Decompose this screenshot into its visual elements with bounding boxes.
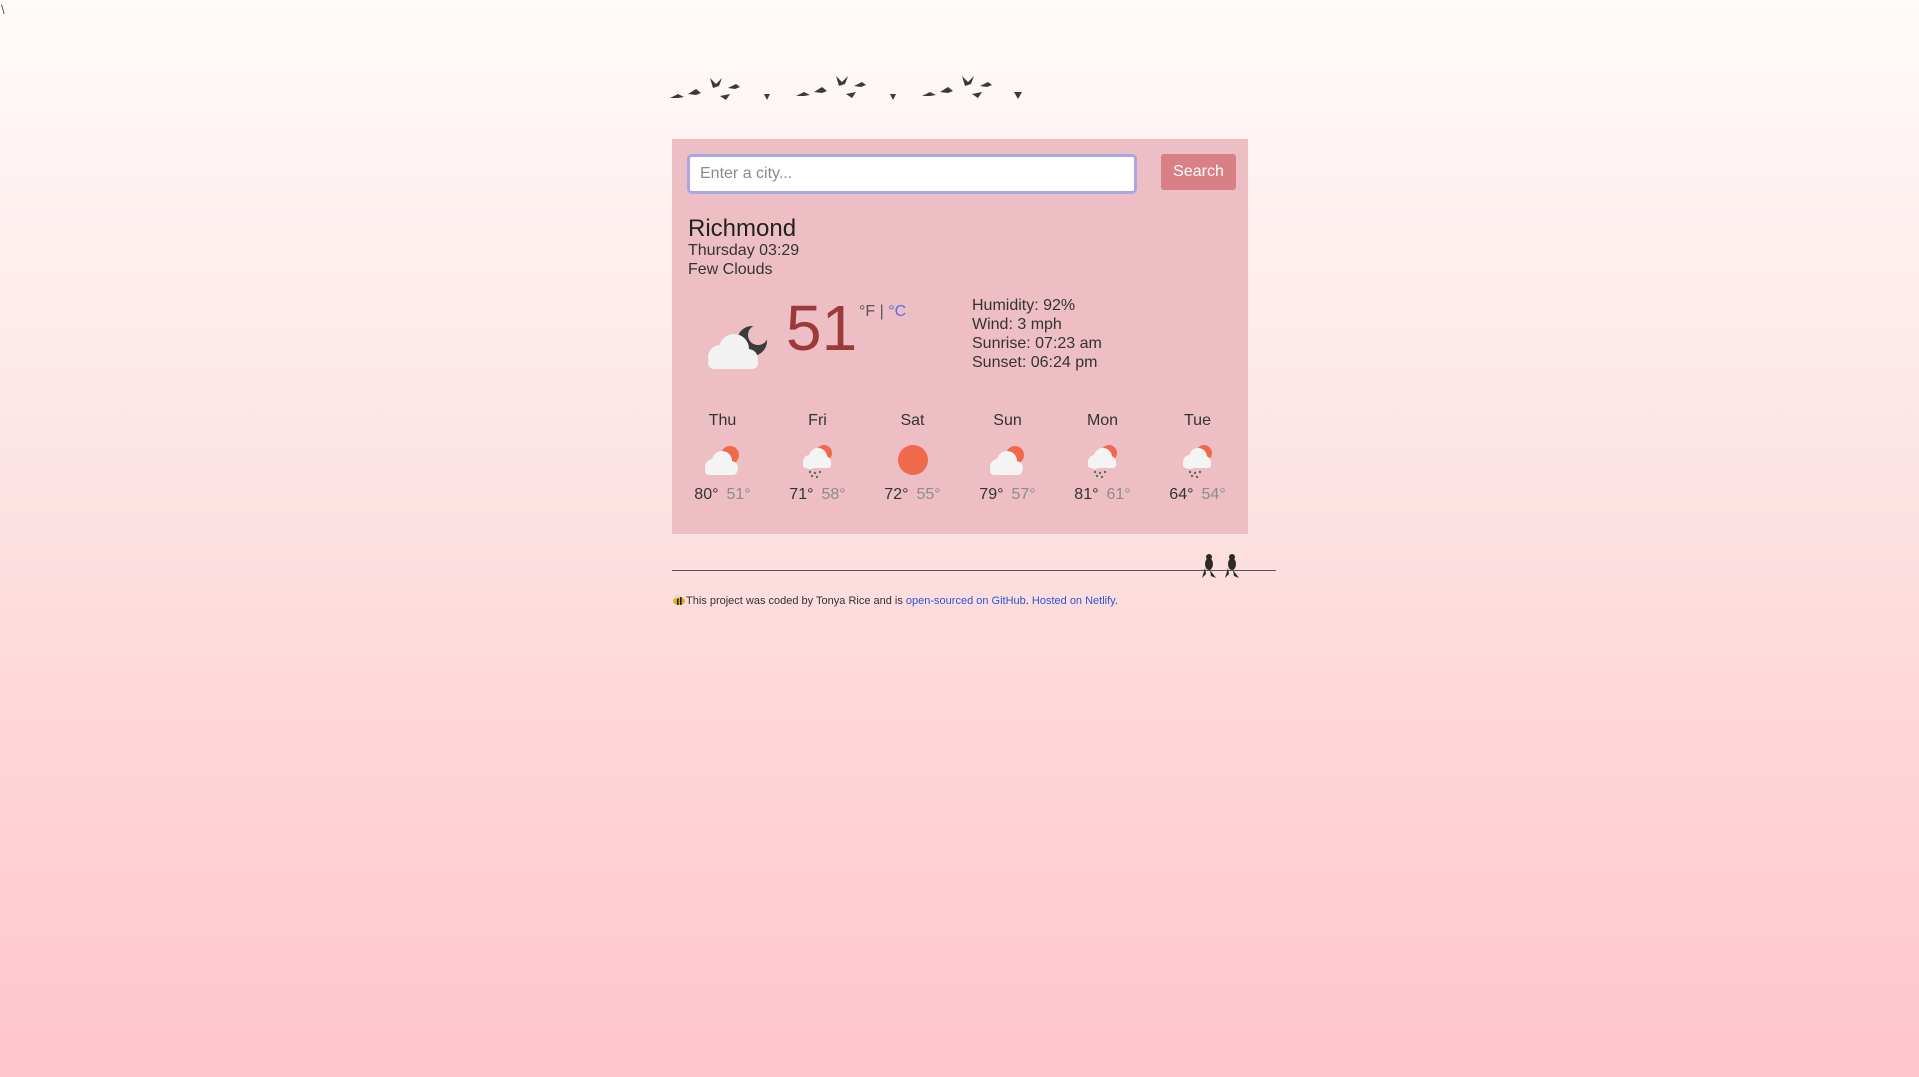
forecast-max-temp: 72° <box>884 486 909 503</box>
partly-cloudy-night-icon <box>708 325 768 369</box>
footer: This project was coded by Tonya Rice and… <box>672 594 1118 607</box>
forecast-min-temp: 58° <box>821 486 846 503</box>
rain-icon <box>802 445 832 479</box>
partly-cloudy-icon <box>704 446 739 475</box>
forecast-day: Sat 72° 55° <box>865 412 960 504</box>
forecast-day: Mon 81° 61° <box>1055 412 1150 504</box>
divider-wire <box>672 570 1276 571</box>
unit-separator: | <box>879 303 884 320</box>
forecast-day: Fri 71° 58° <box>770 412 865 504</box>
celsius-link[interactable]: °C <box>888 303 906 320</box>
forecast-min-temp: 57° <box>1011 486 1036 503</box>
humidity: Humidity: 92% <box>972 297 1076 314</box>
unit-toggle: °F | °C <box>859 303 906 321</box>
current-temperature: 51 <box>786 292 858 364</box>
forecast-max-temp: 80° <box>694 486 719 503</box>
forecast-row: Thu 80° 51° Fri 71° 58° Sat 72° 55° Sun … <box>672 412 1251 504</box>
wind: Wind: 3 mph <box>972 316 1062 333</box>
flying-birds-decoration <box>670 76 1022 100</box>
github-link[interactable]: open-sourced on GitHub <box>906 595 1026 607</box>
forecast-day-name: Tue <box>1184 412 1211 429</box>
fahrenheit-unit[interactable]: °F <box>859 303 875 320</box>
forecast-min-temp: 55° <box>916 486 941 503</box>
forecast-min-temp: 61° <box>1106 486 1131 503</box>
weather-details: Humidity: 92% Wind: 3 mph Sunrise: 07:23… <box>972 296 1102 372</box>
forecast-day-name: Sat <box>900 412 925 429</box>
city-search-input[interactable] <box>687 154 1137 194</box>
forecast-max-temp: 71° <box>789 486 814 503</box>
city-name: Richmond <box>688 215 797 242</box>
forecast-day-name: Thu <box>708 412 737 429</box>
forecast-max-temp: 64° <box>1169 486 1194 503</box>
forecast-max-temp: 81° <box>1074 486 1099 503</box>
weather-description: Few Clouds <box>688 261 773 278</box>
forecast-max-temp: 79° <box>979 486 1004 503</box>
search-button[interactable]: Search <box>1161 154 1236 190</box>
forecast-min-temp: 54° <box>1201 486 1226 503</box>
sun-icon <box>897 445 928 475</box>
rain-icon <box>1182 445 1212 479</box>
bee-icon <box>673 594 685 605</box>
rain-icon <box>1087 445 1117 479</box>
sunrise: Sunrise: 07:23 am <box>972 335 1102 352</box>
forecast-day: Sun 79° 57° <box>960 412 1055 504</box>
forecast-day-name: Mon <box>1086 412 1119 429</box>
forecast-day: Thu 80° 51° <box>675 412 770 504</box>
sunset: Sunset: 06:24 pm <box>972 354 1098 371</box>
forecast-day: Tue 64° 54° <box>1150 412 1245 504</box>
weather-card: Search Richmond Thursday 03:29 Few Cloud… <box>672 139 1248 534</box>
partly-cloudy-icon <box>989 446 1024 475</box>
forecast-day-name: Fri <box>808 412 827 429</box>
netlify-link[interactable]: Hosted on Netlify <box>1032 595 1115 607</box>
footer-end: . <box>1114 595 1118 607</box>
corner-mark: \ <box>1 2 5 17</box>
date-time: Thursday 03:29 <box>688 242 800 259</box>
forecast-day-name: Sun <box>993 412 1022 429</box>
footer-credit-text: This project was coded by Tonya Rice and… <box>686 595 906 607</box>
perched-birds-icon <box>1202 554 1239 578</box>
forecast-min-temp: 51° <box>726 486 751 503</box>
